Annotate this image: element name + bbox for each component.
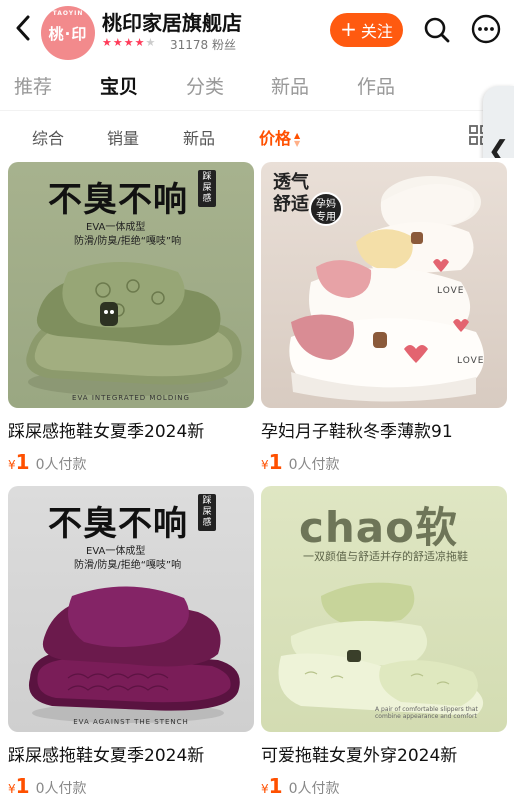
price-row: ¥ 1 0人付款 [261,450,507,474]
store-logo-text: 桃·印 [48,24,88,43]
product-card[interactable]: 不臭不响 踩屎感 EVA一体成型 防滑/防臭/拒绝“嘎吱”响 EVA INTEG… [8,162,254,474]
sort-new[interactable]: 新品 [183,125,215,149]
star-icon: ★ [112,36,123,49]
price-row: ¥ 1 0人付款 [261,774,507,798]
sort-price[interactable]: 价格 ▲ ▼ [259,125,300,149]
sort-overall[interactable]: 综合 [32,125,64,149]
currency-symbol: ¥ [8,782,16,796]
slipper-illustration [26,262,242,396]
product-image[interactable]: 透气 舒适 孕妈 专用 LOVE LOVE [261,162,507,408]
search-button[interactable] [422,15,452,45]
currency-symbol: ¥ [8,458,16,472]
sales-count: 0人付款 [35,781,87,797]
product-price: 1 [268,450,283,474]
product-card[interactable]: 不臭不响 踩屎感 EVA一体成型 防滑/防臭/拒绝“嘎吱”响 EVA AGAIN… [8,486,254,798]
store-logo[interactable]: TAOYIN 桃·印 [41,6,95,60]
fans-count: 31178 粉丝 [170,38,236,52]
product-title[interactable]: 可爱拖鞋女夏外穿2024新 [261,741,507,766]
product-image[interactable]: chao软 一双颜值与舒适并存的舒适凉拖鞋 A pair of comforta… [261,486,507,732]
slipper-illustration [28,586,240,723]
image-love-text-2: LOVE [457,356,485,366]
sort-bar: 综合 销量 新品 价格 ▲ ▼ [0,110,514,158]
star-icon: ★ [102,36,112,49]
sort-sales[interactable]: 销量 [107,125,139,149]
slipper-illustration [289,176,484,402]
image-note: A pair of comfortable slippers that comb… [375,706,478,720]
store-tabs: 推荐 宝贝 分类 新品 作品 [0,62,514,108]
product-price: 1 [15,450,30,474]
tab-products[interactable]: 宝贝 [100,72,138,99]
product-image[interactable]: 不臭不响 踩屎感 EVA一体成型 防滑/防臭/拒绝“嘎吱”响 EVA INTEG… [8,162,254,408]
star-icon: ★ [123,36,134,49]
sort-arrows-icon: ▲ ▼ [294,131,301,148]
tab-recommend[interactable]: 推荐 [14,72,52,99]
tab-new[interactable]: 新品 [271,72,309,99]
chevron-left-icon [16,15,30,41]
image-love-text-1: LOVE [437,286,465,296]
more-button[interactable] [470,13,502,45]
sales-count: 0人付款 [288,781,340,797]
price-row: ¥ 1 0人付款 [8,450,254,474]
product-price: 1 [15,774,30,798]
product-card[interactable]: chao软 一双颜值与舒适并存的舒适凉拖鞋 A pair of comforta… [261,486,507,798]
slipper-illustration [278,582,484,716]
arrow-down-icon: ▼ [294,138,301,148]
follow-label: 关注 [360,22,393,41]
product-grid: 不臭不响 踩屎感 EVA一体成型 防滑/防臭/拒绝“嘎吱”响 EVA INTEG… [0,158,514,800]
product-image[interactable]: 不臭不响 踩屎感 EVA一体成型 防滑/防臭/拒绝“嘎吱”响 EVA AGAIN… [8,486,254,732]
price-row: ¥ 1 0人付款 [8,774,254,798]
back-button[interactable] [10,13,36,43]
image-slogan: 不臭不响 [48,504,188,544]
sales-count: 0人付款 [35,457,87,473]
sales-count: 0人付款 [288,457,340,473]
image-line1: EVA一体成型 [86,222,146,233]
image-side-tag: 踩屎感 [198,170,216,207]
sort-price-label: 价格 [259,129,292,148]
plus-icon: + [340,17,357,41]
image-caption: EVA AGAINST THE STENCH [73,718,189,726]
image-line1: EVA一体成型 [86,546,146,557]
search-icon [424,17,450,43]
currency-symbol: ¥ [261,458,269,472]
image-slogan: 不臭不响 [48,180,188,220]
follow-button[interactable]: + 关注 [330,13,403,47]
tab-category[interactable]: 分类 [186,72,224,99]
rating-stars: ★ ★ ★ ★ ★ [102,37,155,49]
image-caption: EVA INTEGRATED MOLDING [72,394,190,402]
product-title[interactable]: 踩屎感拖鞋女夏季2024新 [8,741,254,766]
star-icon: ★ [134,36,145,49]
store-header: TAOYIN 桃·印 桃印家居旗舰店 ★ ★ ★ ★ ★ 31178 粉丝 + 关注 [0,0,514,62]
product-card[interactable]: 透气 舒适 孕妈 专用 LOVE LOVE 孕妇月子鞋秋冬季薄款91 ¥ 1 0… [261,162,507,474]
currency-symbol: ¥ [261,782,269,796]
image-headline: chao软 [299,503,458,552]
image-side-tag: 踩屎感 [198,494,216,531]
star-icon: ★ [145,36,156,49]
product-title[interactable]: 孕妇月子鞋秋冬季薄款91 [261,417,507,442]
product-price: 1 [268,774,283,798]
product-title[interactable]: 踩屎感拖鞋女夏季2024新 [8,417,254,442]
store-logo-arc-text: TAOYIN [52,10,84,17]
more-icon [471,14,501,44]
store-name[interactable]: 桃印家居旗舰店 [102,7,242,36]
tab-works[interactable]: 作品 [357,72,395,99]
